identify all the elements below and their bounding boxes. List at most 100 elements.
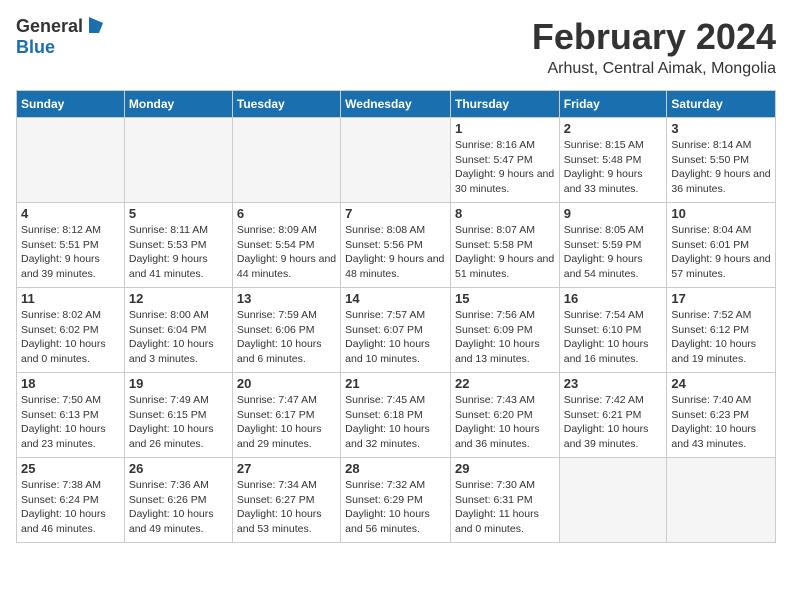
- day-number: 28: [345, 461, 446, 476]
- calendar-cell: 21Sunrise: 7:45 AMSunset: 6:18 PMDayligh…: [341, 373, 451, 458]
- calendar-body: 1 Sunrise: 8:16 AMSunset: 5:47 PMDaylight…: [17, 118, 776, 543]
- day-info: Sunrise: 7:45 AMSunset: 6:18 PMDaylight:…: [345, 393, 446, 452]
- calendar-cell: 17Sunrise: 7:52 AMSunset: 6:12 PMDayligh…: [667, 288, 776, 373]
- calendar-cell: 15 Sunrise: 7:56 AMSunset: 6:09 PMDayligh…: [450, 288, 559, 373]
- day-info: Sunrise: 7:34 AMSunset: 6:27 PMDaylight:…: [237, 478, 336, 537]
- day-number: 18: [21, 376, 120, 391]
- day-info: Sunrise: 8:04 AMSunset: 6:01 PMDaylight:…: [671, 223, 771, 282]
- month-title: February 2024: [532, 16, 776, 58]
- day-number: 24: [671, 376, 771, 391]
- day-info: Sunrise: 7:32 AMSunset: 6:29 PMDaylight:…: [345, 478, 446, 537]
- day-number: 23: [564, 376, 663, 391]
- calendar-cell: 25Sunrise: 7:38 AMSunset: 6:24 PMDayligh…: [17, 458, 125, 543]
- day-number: 16: [564, 291, 663, 306]
- header-day-saturday: Saturday: [667, 91, 776, 118]
- day-info: Sunrise: 7:49 AMSunset: 6:15 PMDaylight:…: [129, 393, 228, 452]
- calendar-cell: [17, 118, 125, 203]
- title-section: February 2024 Arhust, Central Aimak, Mon…: [532, 16, 776, 78]
- header-day-thursday: Thursday: [450, 91, 559, 118]
- day-info: Sunrise: 7:40 AMSunset: 6:23 PMDaylight:…: [671, 393, 771, 452]
- calendar-week-5: 25Sunrise: 7:38 AMSunset: 6:24 PMDayligh…: [17, 458, 776, 543]
- calendar-week-4: 18 Sunrise: 7:50 AMSunset: 6:13 PMDayligh…: [17, 373, 776, 458]
- day-info: Sunrise: 8:08 AMSunset: 5:56 PMDaylight:…: [345, 223, 446, 282]
- day-number: 2: [564, 121, 663, 136]
- day-info: Sunrise: 7:57 AMSunset: 6:07 PMDaylight:…: [345, 308, 446, 367]
- calendar-cell: 18 Sunrise: 7:50 AMSunset: 6:13 PMDayligh…: [17, 373, 125, 458]
- calendar-week-1: 1 Sunrise: 8:16 AMSunset: 5:47 PMDaylight…: [17, 118, 776, 203]
- day-info: Sunrise: 8:12 AMSunset: 5:51 PMDaylight:…: [21, 223, 120, 282]
- calendar-cell: 22 Sunrise: 7:43 AMSunset: 6:20 PMDayligh…: [450, 373, 559, 458]
- day-info: Sunrise: 8:14 AMSunset: 5:50 PMDaylight:…: [671, 138, 771, 197]
- calendar-cell: [559, 458, 667, 543]
- day-number: 9: [564, 206, 663, 221]
- day-info: Sunrise: 7:54 AMSunset: 6:10 PMDaylight:…: [564, 308, 663, 367]
- header-day-monday: Monday: [124, 91, 232, 118]
- day-number: 3: [671, 121, 771, 136]
- day-number: 14: [345, 291, 446, 306]
- calendar-cell: 20Sunrise: 7:47 AMSunset: 6:17 PMDayligh…: [232, 373, 340, 458]
- calendar-cell: [341, 118, 451, 203]
- day-number: 11: [21, 291, 120, 306]
- logo-general-text: General: [16, 16, 83, 37]
- day-info: Sunrise: 7:38 AMSunset: 6:24 PMDaylight:…: [21, 478, 120, 537]
- calendar-cell: 6 Sunrise: 8:09 AMSunset: 5:54 PMDaylight…: [232, 203, 340, 288]
- day-number: 7: [345, 206, 446, 221]
- calendar-cell: 9 Sunrise: 8:05 AMSunset: 5:59 PMDaylight…: [559, 203, 667, 288]
- day-number: 26: [129, 461, 228, 476]
- calendar-cell: 8 Sunrise: 8:07 AMSunset: 5:58 PMDaylight…: [450, 203, 559, 288]
- day-number: 15: [455, 291, 555, 306]
- day-number: 5: [129, 206, 228, 221]
- calendar-cell: [667, 458, 776, 543]
- calendar-cell: [124, 118, 232, 203]
- header-day-friday: Friday: [559, 91, 667, 118]
- calendar-cell: 10Sunrise: 8:04 AMSunset: 6:01 PMDayligh…: [667, 203, 776, 288]
- calendar-cell: 13Sunrise: 7:59 AMSunset: 6:06 PMDayligh…: [232, 288, 340, 373]
- calendar-cell: 16 Sunrise: 7:54 AMSunset: 6:10 PMDayligh…: [559, 288, 667, 373]
- day-number: 22: [455, 376, 555, 391]
- day-info: Sunrise: 7:47 AMSunset: 6:17 PMDaylight:…: [237, 393, 336, 452]
- day-info: Sunrise: 8:05 AMSunset: 5:59 PMDaylight:…: [564, 223, 663, 282]
- calendar-cell: 19Sunrise: 7:49 AMSunset: 6:15 PMDayligh…: [124, 373, 232, 458]
- day-number: 1: [455, 121, 555, 136]
- day-number: 27: [237, 461, 336, 476]
- day-number: 4: [21, 206, 120, 221]
- logo-blue-text: Blue: [16, 37, 55, 58]
- logo: General Blue: [16, 16, 105, 58]
- calendar-cell: 5 Sunrise: 8:11 AMSunset: 5:53 PMDaylight…: [124, 203, 232, 288]
- calendar-cell: 28 Sunrise: 7:32 AMSunset: 6:29 PMDayligh…: [341, 458, 451, 543]
- calendar-header: SundayMondayTuesdayWednesdayThursdayFrid…: [17, 91, 776, 118]
- location-title: Arhust, Central Aimak, Mongolia: [532, 60, 776, 78]
- calendar-cell: 12 Sunrise: 8:00 AMSunset: 6:04 PMDayligh…: [124, 288, 232, 373]
- day-number: 12: [129, 291, 228, 306]
- page-header: General Blue February 2024 Arhust, Centr…: [16, 16, 776, 78]
- header-day-tuesday: Tuesday: [232, 91, 340, 118]
- day-info: Sunrise: 8:16 AMSunset: 5:47 PMDaylight:…: [455, 138, 555, 197]
- day-info: Sunrise: 8:02 AMSunset: 6:02 PMDaylight:…: [21, 308, 120, 367]
- calendar-week-2: 4 Sunrise: 8:12 AMSunset: 5:51 PMDaylight…: [17, 203, 776, 288]
- calendar-cell: 14 Sunrise: 7:57 AMSunset: 6:07 PMDayligh…: [341, 288, 451, 373]
- day-number: 6: [237, 206, 336, 221]
- header-day-wednesday: Wednesday: [341, 91, 451, 118]
- day-number: 8: [455, 206, 555, 221]
- calendar-table: SundayMondayTuesdayWednesdayThursdayFrid…: [16, 90, 776, 543]
- calendar-cell: 2Sunrise: 8:15 AMSunset: 5:48 PMDaylight…: [559, 118, 667, 203]
- logo-icon: [85, 15, 105, 35]
- day-info: Sunrise: 7:43 AMSunset: 6:20 PMDaylight:…: [455, 393, 555, 452]
- calendar-week-3: 11 Sunrise: 8:02 AMSunset: 6:02 PMDayligh…: [17, 288, 776, 373]
- day-info: Sunrise: 8:00 AMSunset: 6:04 PMDaylight:…: [129, 308, 228, 367]
- day-info: Sunrise: 8:09 AMSunset: 5:54 PMDaylight:…: [237, 223, 336, 282]
- calendar-cell: 11 Sunrise: 8:02 AMSunset: 6:02 PMDayligh…: [17, 288, 125, 373]
- calendar-cell: [232, 118, 340, 203]
- calendar-cell: 24 Sunrise: 7:40 AMSunset: 6:23 PMDayligh…: [667, 373, 776, 458]
- day-info: Sunrise: 7:36 AMSunset: 6:26 PMDaylight:…: [129, 478, 228, 537]
- calendar-cell: 7 Sunrise: 8:08 AMSunset: 5:56 PMDaylight…: [341, 203, 451, 288]
- day-info: Sunrise: 8:07 AMSunset: 5:58 PMDaylight:…: [455, 223, 555, 282]
- header-row: SundayMondayTuesdayWednesdayThursdayFrid…: [17, 91, 776, 118]
- header-day-sunday: Sunday: [17, 91, 125, 118]
- calendar-cell: 1 Sunrise: 8:16 AMSunset: 5:47 PMDaylight…: [450, 118, 559, 203]
- day-info: Sunrise: 7:50 AMSunset: 6:13 PMDaylight:…: [21, 393, 120, 452]
- day-info: Sunrise: 8:11 AMSunset: 5:53 PMDaylight:…: [129, 223, 228, 282]
- day-number: 17: [671, 291, 771, 306]
- day-info: Sunrise: 7:56 AMSunset: 6:09 PMDaylight:…: [455, 308, 555, 367]
- calendar-cell: 3 Sunrise: 8:14 AMSunset: 5:50 PMDaylight…: [667, 118, 776, 203]
